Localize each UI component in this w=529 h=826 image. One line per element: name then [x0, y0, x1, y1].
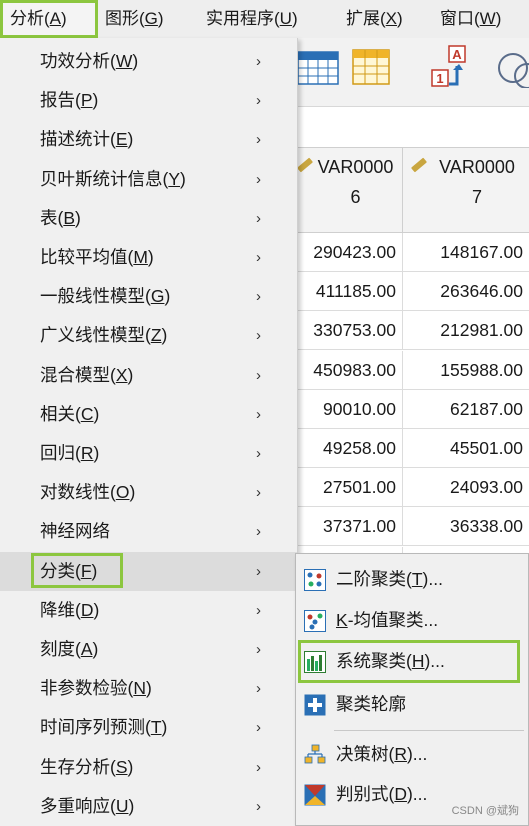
menu-item-kmeans-cluster[interactable]: K-均值聚类...	[296, 600, 528, 641]
twostep-cluster-icon	[304, 569, 326, 591]
table-cell[interactable]: 27501.00	[295, 468, 403, 507]
chevron-right-icon: ›	[256, 288, 261, 306]
chevron-right-icon: ›	[256, 680, 261, 698]
table-row: 290423.00 148167.00	[295, 233, 529, 272]
chevron-right-icon: ›	[256, 170, 261, 188]
table-cell[interactable]: 37371.00	[295, 507, 403, 546]
chevron-right-icon: ›	[256, 209, 261, 227]
decision-tree-icon	[304, 744, 326, 764]
table-row: 49258.00 45501.00	[295, 429, 529, 468]
kmeans-cluster-icon	[304, 610, 326, 632]
data-grid-icon[interactable]	[297, 48, 339, 88]
menu-item[interactable]: 表(B) ›	[0, 199, 297, 238]
chevron-right-icon: ›	[256, 327, 261, 345]
chevron-right-icon: ›	[256, 641, 261, 658]
menu-item[interactable]: 比较平均值(M) ›	[0, 238, 297, 277]
menubar: 分析(A) 图形(G) 实用程序(U) 扩展(X) 窗口(W)	[0, 0, 529, 38]
column-header[interactable]: VAR0000 7	[403, 148, 529, 233]
menu-graphs[interactable]: 图形(G)	[98, 0, 171, 38]
chevron-right-icon: ›	[256, 758, 261, 776]
menu-item[interactable]: 分类(F) ›	[0, 551, 297, 591]
table-cell[interactable]: 148167.00	[403, 233, 529, 271]
table-cell[interactable]: 411185.00	[295, 272, 403, 311]
table-row: 37371.00 36338.00	[295, 507, 529, 547]
menu-item[interactable]: 报告(P) ›	[0, 81, 297, 120]
table-cell[interactable]: 450983.00	[295, 350, 403, 389]
menu-item[interactable]: 生存分析(S) ›	[0, 748, 297, 787]
menu-item[interactable]: 时间序列预测(T) ›	[0, 708, 297, 747]
menu-utilities[interactable]: 实用程序(U)	[199, 0, 305, 38]
menu-item[interactable]: 描述统计(E) ›	[0, 120, 297, 159]
watermark: CSDN @斌狗	[451, 805, 519, 817]
menu-window[interactable]: 窗口(W)	[433, 0, 508, 38]
table-row: 90010.00 62187.00	[295, 389, 529, 429]
table-row: 27501.00 24093.00	[295, 468, 529, 508]
menu-item-twostep-cluster[interactable]: 二阶聚类(T)...	[296, 559, 528, 600]
menu-item[interactable]: 广义线性模型(Z) ›	[0, 316, 297, 355]
chevron-right-icon: ›	[256, 719, 261, 737]
table-cell[interactable]: 36338.00	[403, 507, 529, 545]
menu-item-hierarchical-cluster[interactable]: 系统聚类(H)...	[296, 641, 528, 682]
table-cell[interactable]: 263646.00	[403, 272, 529, 310]
svg-text:A: A	[452, 47, 462, 62]
menu-item[interactable]: 贝叶斯统计信息(Y) ›	[0, 160, 297, 199]
chevron-right-icon: ›	[256, 405, 261, 423]
chevron-right-icon: ›	[256, 92, 261, 110]
value-labels-icon[interactable]: A 1	[429, 44, 479, 94]
chevron-right-icon: ›	[256, 445, 261, 462]
chevron-right-icon: ›	[256, 131, 261, 149]
table-cell[interactable]: 45501.00	[403, 429, 529, 467]
cell-edit-bar[interactable]	[295, 107, 529, 148]
variables-grid-icon[interactable]	[351, 44, 391, 88]
menu-analyze[interactable]: 分析(A)	[0, 0, 98, 38]
table-row: 411185.00 263646.00	[295, 272, 529, 312]
discriminant-icon	[304, 784, 326, 806]
chevron-right-icon: ›	[256, 523, 261, 541]
menu-item[interactable]: 神经网络 ›	[0, 512, 297, 551]
table-cell[interactable]: 49258.00	[295, 429, 403, 467]
chevron-right-icon: ›	[256, 53, 261, 70]
submenu-separator	[334, 730, 524, 731]
cluster-silhouettes-icon	[304, 694, 326, 716]
table-cell[interactable]: 212981.00	[403, 311, 529, 349]
chevron-right-icon: ›	[256, 366, 261, 384]
menu-item[interactable]: 刻度(A) ›	[0, 630, 297, 669]
menu-extensions[interactable]: 扩展(X)	[339, 0, 410, 38]
toolbar: A 1	[295, 38, 529, 107]
chevron-right-icon: ›	[256, 562, 261, 580]
sets-icon[interactable]	[495, 48, 529, 88]
analyze-menu: 功效分析(W) › 报告(P) › 描述统计(E) › 贝叶斯统计信息(Y) › 表(B) › 比较…	[0, 38, 298, 826]
chevron-right-icon: ›	[256, 797, 261, 815]
menu-item[interactable]: 相关(C) ›	[0, 395, 297, 434]
menu-item[interactable]: 一般线性模型(G) ›	[0, 277, 297, 316]
menu-item[interactable]: 多重响应(U) ›	[0, 787, 297, 826]
menu-item[interactable]: 功效分析(W) ›	[0, 42, 297, 81]
table-cell[interactable]: 330753.00	[295, 311, 403, 350]
chevron-right-icon: ›	[256, 601, 261, 619]
menu-item[interactable]: 混合模型(X) ›	[0, 356, 297, 395]
menu-item[interactable]: 非参数检验(N) ›	[0, 669, 297, 708]
chevron-right-icon: ›	[256, 249, 261, 266]
column-header[interactable]: VAR0000 6	[295, 148, 403, 233]
menu-item[interactable]: 降维(D) ›	[0, 591, 297, 630]
menu-item-decision-tree[interactable]: 决策树(R)...	[296, 734, 528, 775]
table-cell[interactable]: 90010.00	[295, 389, 403, 428]
menu-item[interactable]: 对数线性(O) ›	[0, 473, 297, 512]
chevron-right-icon: ›	[256, 484, 261, 502]
table-cell[interactable]: 62187.00	[403, 390, 529, 428]
table-cell[interactable]: 290423.00	[295, 233, 403, 271]
menu-item-cluster-silhouettes[interactable]: 聚类轮廓	[296, 684, 528, 725]
hierarchical-cluster-icon	[304, 651, 326, 673]
menu-item[interactable]: 回归(R) ›	[0, 434, 297, 473]
svg-text:1: 1	[436, 71, 443, 86]
table-row: 450983.00 155988.00	[295, 350, 529, 390]
table-row: 330753.00 212981.00	[295, 311, 529, 351]
table-cell[interactable]: 155988.00	[403, 351, 529, 389]
table-cell[interactable]: 24093.00	[403, 468, 529, 506]
classify-submenu: 二阶聚类(T)... K-均值聚类... 系统聚类(H)... 聚类轮廓 决策树…	[295, 553, 529, 826]
